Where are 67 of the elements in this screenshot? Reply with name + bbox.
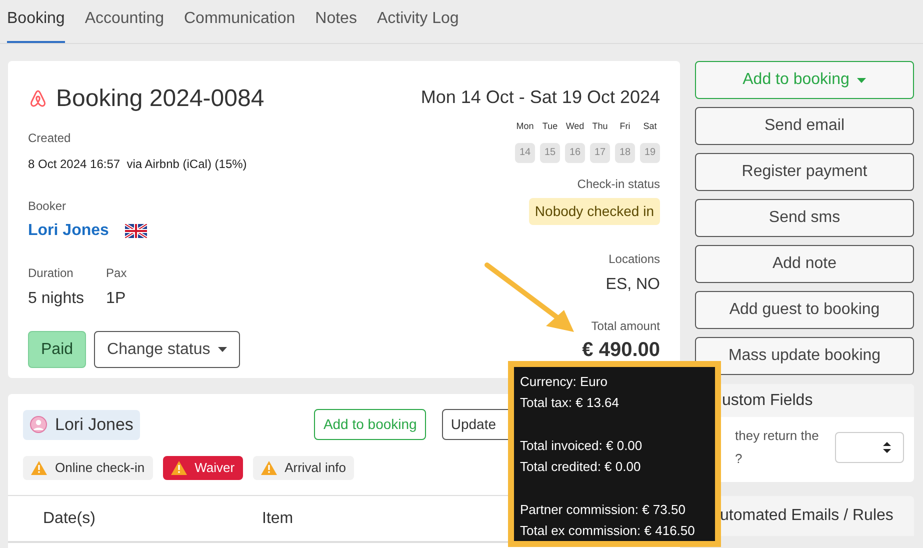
question-text: they return the: [735, 427, 820, 445]
status-badge: Arrival info: [252, 456, 354, 480]
warning-icon: [170, 461, 187, 475]
day-chip: 16: [565, 142, 585, 162]
uk-flag-icon: [124, 224, 147, 238]
booker-label: Booker: [28, 198, 68, 215]
select-field[interactable]: [835, 432, 904, 462]
caret-icon: [218, 347, 228, 352]
duration-value: 5 nights: [28, 289, 84, 309]
duration-label: Duration: [28, 265, 74, 282]
weekday-label: Wed: [566, 120, 584, 133]
automated-emails-title: utomated Emails / Rules: [720, 506, 894, 526]
weekday-label: Mon: [516, 120, 534, 133]
checkin-status-badge: Nobody checked in: [528, 198, 660, 224]
total-amount: € 490.00: [582, 338, 660, 362]
pax-value: 1P: [106, 289, 127, 309]
caret-icon: [857, 78, 866, 82]
total-amount-label: Total amount: [591, 318, 660, 334]
sort-arrows-icon: [883, 442, 891, 452]
custom-fields-title: ustom Fields: [722, 390, 813, 410]
avatar-icon: [30, 416, 47, 433]
status-badge: Waiver: [162, 456, 243, 480]
action-button[interactable]: Add guest to booking: [695, 291, 914, 329]
tab[interactable]: Booking: [7, 0, 65, 43]
booking-title: Booking 2024-0084: [56, 84, 264, 114]
status-badge: Online check-in: [23, 456, 153, 480]
tooltip-line: Total invoiced: € 0.00: [520, 437, 644, 455]
action-button[interactable]: Mass update booking: [695, 337, 914, 375]
tooltip-line: Total ex commission: € 416.50: [520, 522, 696, 540]
tooltip-line: Total tax: € 13.64: [520, 394, 620, 412]
tab[interactable]: Communication: [184, 0, 296, 43]
action-button[interactable]: Send email: [695, 107, 914, 145]
action-button[interactable]: Send sms: [695, 199, 914, 237]
question-text: ?: [735, 450, 744, 468]
weekday-label: Tue: [542, 120, 558, 133]
created-value: 8 Oct 2024 16:57 via Airbnb (iCal) (15%): [28, 156, 248, 173]
warning-icon: [260, 461, 277, 475]
weekday-label: Sat: [643, 120, 657, 133]
column-header: Item: [262, 508, 294, 528]
weekday-label: Fri: [620, 120, 630, 133]
guest-name: Lori Jones: [55, 414, 134, 436]
locations-value: ES, NO: [606, 274, 660, 294]
tooltip-line: Partner commission: € 73.50: [520, 501, 686, 519]
day-chip: 19: [640, 142, 660, 162]
booker-link[interactable]: Lori Jones: [28, 219, 109, 243]
paid-status-badge: Paid: [28, 331, 86, 368]
tab[interactable]: Activity Log: [376, 0, 459, 43]
date-range: Mon 14 Oct - Sat 19 Oct 2024: [420, 86, 660, 109]
warning-icon: [31, 461, 47, 475]
column-header: Date(s): [43, 508, 96, 528]
locations-label: Locations: [608, 250, 660, 268]
checkin-status-label: Check-in status: [577, 176, 660, 192]
day-chip: 17: [590, 142, 610, 162]
airbnb-logo-icon: [28, 89, 48, 109]
tab[interactable]: Accounting: [84, 0, 164, 43]
action-button[interactable]: Add note: [695, 245, 914, 283]
action-button[interactable]: Register payment: [695, 153, 914, 191]
day-chip: 18: [615, 142, 635, 162]
day-chip: 15: [540, 142, 560, 162]
tab[interactable]: Notes: [315, 0, 357, 43]
tooltip-line: Currency: Euro: [520, 373, 608, 391]
tooltip-line: Total credited: € 0.00: [520, 458, 642, 476]
created-label: Created: [28, 130, 72, 147]
change-status-button[interactable]: Change status: [94, 331, 240, 368]
pax-label: Pax: [106, 265, 127, 282]
weekday-label: Thu: [592, 120, 608, 133]
day-chip: 14: [515, 142, 535, 162]
